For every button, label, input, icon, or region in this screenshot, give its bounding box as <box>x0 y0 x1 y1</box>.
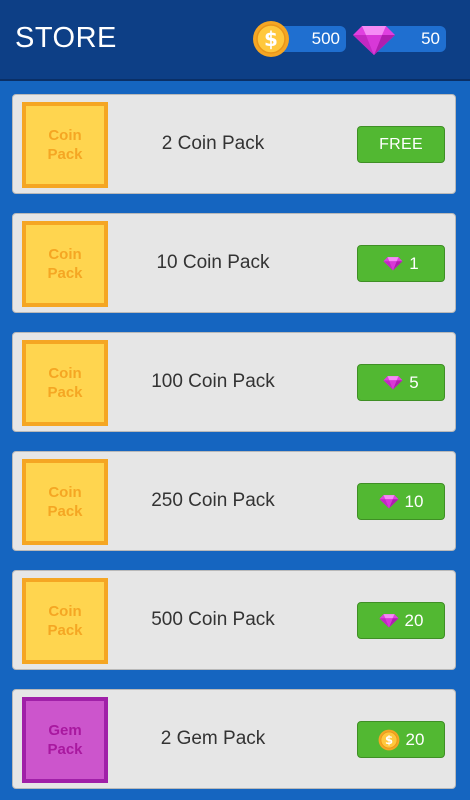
coin-pack-thumbnail: Coin Pack <box>22 459 108 545</box>
price-label: FREE <box>379 135 423 153</box>
coin-balance-value: 500 <box>311 29 340 48</box>
price-label: 20 <box>404 610 424 630</box>
thumbnail-label: Coin <box>48 246 82 263</box>
buy-button[interactable]: 20 <box>357 602 445 639</box>
buy-button[interactable]: $20 <box>357 721 445 758</box>
store-header: STORE 500 $ 50 <box>0 0 470 81</box>
buy-button[interactable]: FREE <box>357 126 445 163</box>
thumbnail-label: Gem <box>48 722 82 739</box>
item-name: 100 Coin Pack <box>151 371 275 392</box>
thumbnail-label: Coin <box>48 603 82 620</box>
price-label: 20 <box>405 729 425 749</box>
svg-text:$: $ <box>264 27 278 51</box>
item-name: 250 Coin Pack <box>151 490 275 511</box>
thumbnail-label: Pack <box>47 741 83 758</box>
coin-pack-thumbnail: Coin Pack <box>22 221 108 307</box>
buy-button[interactable]: 10 <box>357 483 445 520</box>
item-name: 10 Coin Pack <box>156 252 270 273</box>
thumbnail-label: Coin <box>48 365 82 382</box>
svg-text:$: $ <box>385 733 393 747</box>
thumbnail-label: Pack <box>47 622 83 639</box>
coin-pack-thumbnail: Coin Pack <box>22 578 108 664</box>
thumbnail-label: Pack <box>47 265 83 282</box>
gem-icon <box>383 376 403 390</box>
item-name: 500 Coin Pack <box>151 609 275 630</box>
gem-pack-thumbnail: Gem Pack <box>22 697 108 783</box>
price-label: 10 <box>404 491 424 511</box>
store-item: Coin Pack 10 Coin Pack 1 <box>12 213 456 313</box>
item-name: 2 Gem Pack <box>160 728 266 749</box>
price-label: 5 <box>409 372 419 392</box>
buy-button[interactable]: 1 <box>357 245 445 282</box>
store-item: Coin Pack 500 Coin Pack 20 <box>12 570 456 670</box>
price-label: 1 <box>409 253 419 273</box>
store-item: Coin Pack 100 Coin Pack 5 <box>12 332 456 432</box>
buy-button[interactable]: 5 <box>357 364 445 401</box>
coin-icon: $ <box>378 729 399 750</box>
item-name: 2 Coin Pack <box>161 133 265 154</box>
store-item: Coin Pack 250 Coin Pack 10 <box>12 451 456 551</box>
thumbnail-label: Coin <box>48 484 82 501</box>
coin-pack-thumbnail: Coin Pack <box>22 340 108 426</box>
gem-icon <box>378 614 399 628</box>
coin-pack-thumbnail: Coin Pack <box>22 102 108 188</box>
thumbnail-label: Pack <box>47 146 83 163</box>
gem-icon <box>383 257 403 271</box>
page-title: STORE <box>15 22 117 54</box>
thumbnail-label: Coin <box>48 127 82 144</box>
coin-icon: $ <box>253 21 289 57</box>
store-item: Coin Pack 2 Coin Pack FREE <box>12 94 456 194</box>
gem-icon <box>353 26 395 55</box>
thumbnail-label: Pack <box>47 503 83 520</box>
thumbnail-label: Pack <box>47 384 83 401</box>
store-item: Gem Pack 2 Gem Pack $20 <box>12 689 456 789</box>
gem-icon <box>378 495 399 509</box>
gem-balance-value: 50 <box>421 29 440 48</box>
